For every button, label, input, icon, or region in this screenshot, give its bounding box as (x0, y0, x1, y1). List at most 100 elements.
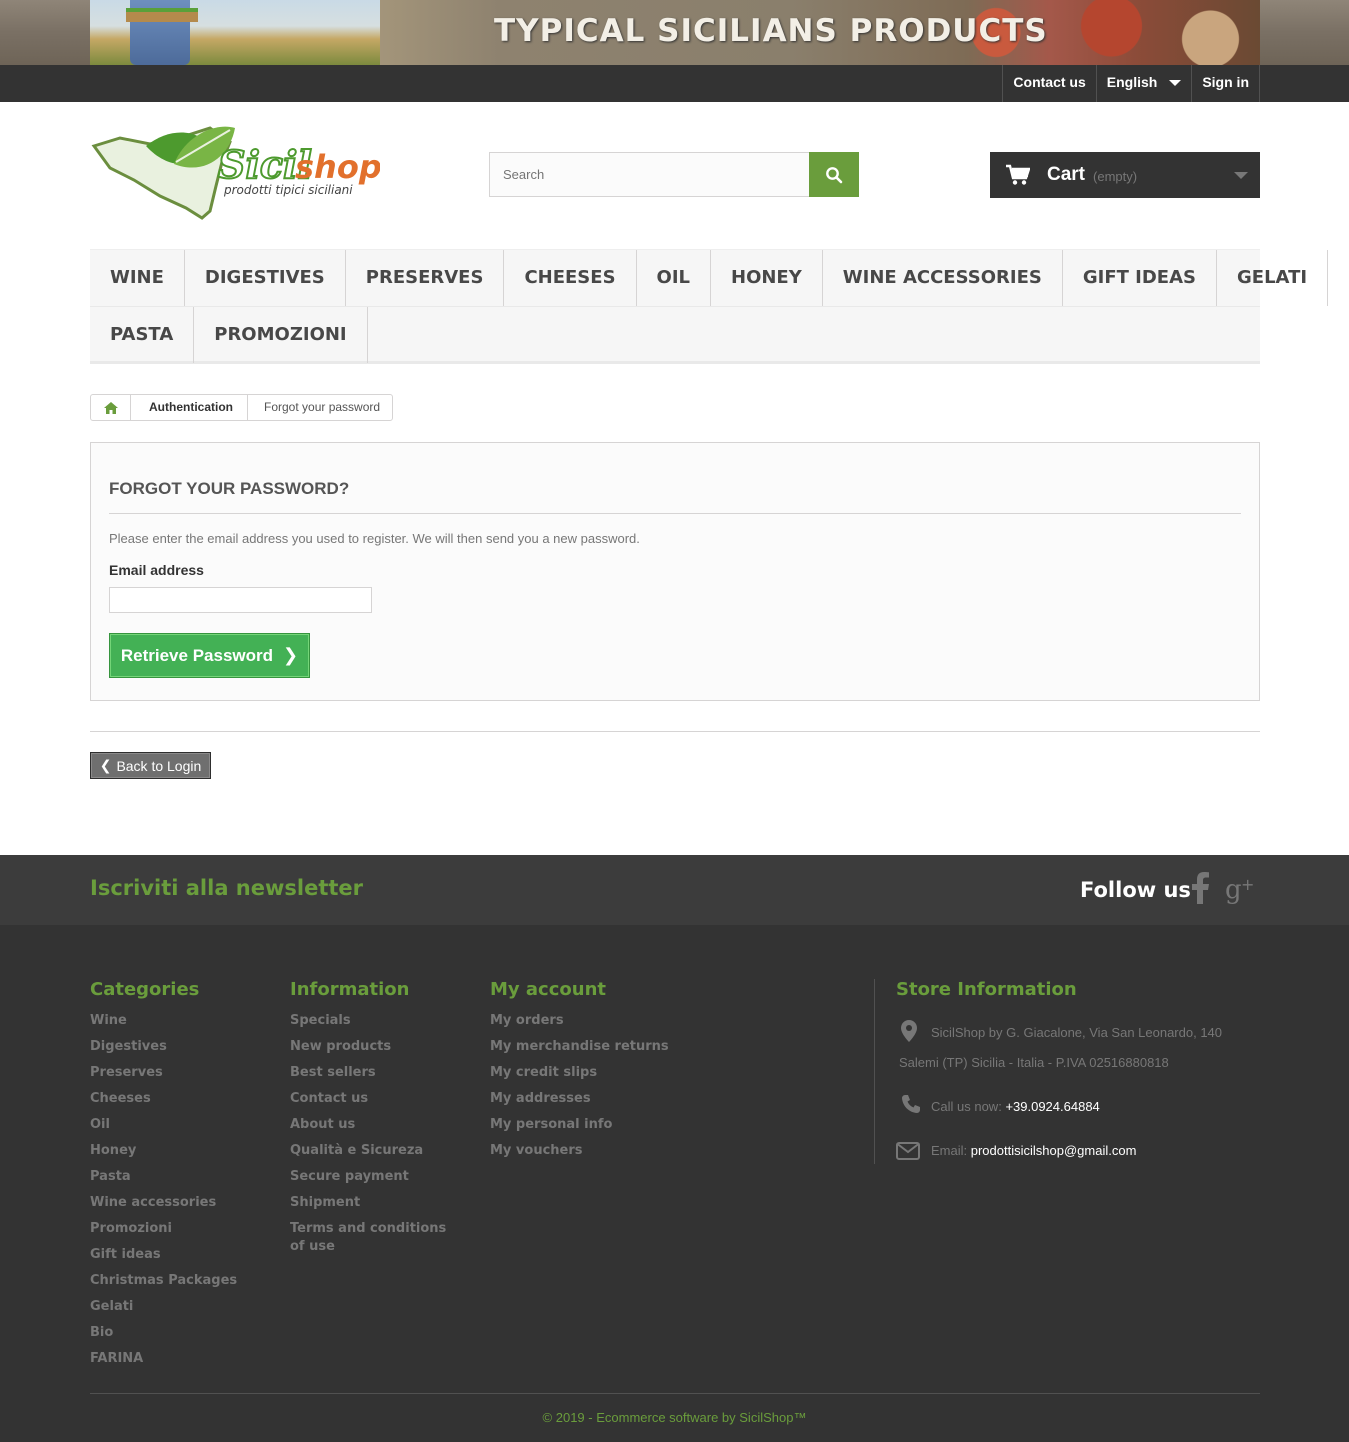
footer-link[interactable]: Qualità e Sicureza (290, 1142, 450, 1160)
footer-link[interactable]: Bio (90, 1324, 237, 1342)
email-label: Email: (931, 1143, 968, 1158)
phone-number[interactable]: +39.0924.64884 (1005, 1099, 1099, 1114)
store-address-line2: Salemi (TP) Sicilia - Italia - P.IVA 025… (899, 1055, 1169, 1070)
footer-link[interactable]: Cheeses (90, 1090, 237, 1108)
language-label: English (1106, 74, 1158, 90)
copyright-text[interactable]: © 2019 - Ecommerce software by SicilShop… (0, 1410, 1349, 1425)
footer-categories-title[interactable]: Categories (90, 979, 237, 1000)
footer-link[interactable]: Preserves (90, 1064, 237, 1082)
divider (90, 731, 1260, 732)
footer-link[interactable]: Honey (90, 1142, 237, 1160)
main-menu: WINE DIGESTIVES PRESERVES CHEESES OIL HO… (90, 249, 1349, 364)
footer-account-title[interactable]: My account (490, 979, 669, 1000)
footer-information: Information Specials New products Best s… (290, 979, 450, 1264)
cart-button[interactable]: Cart (empty) (990, 152, 1260, 198)
language-selector[interactable]: English (1095, 65, 1192, 102)
store-info-title: Store Information (896, 979, 1077, 1000)
envelope-icon (896, 1142, 920, 1160)
footer-link[interactable]: Wine (90, 1012, 237, 1030)
breadcrumb-authentication[interactable]: Authentication (131, 395, 248, 420)
footer: Categories Wine Digestives Preserves Che… (0, 925, 1349, 1442)
search-icon (826, 166, 843, 183)
divider (90, 1393, 1260, 1394)
footer-link[interactable]: Oil (90, 1116, 237, 1134)
back-to-login-button[interactable]: ❮ Back to Login (90, 752, 211, 779)
footer-link[interactable]: My merchandise returns (490, 1038, 669, 1056)
menu-item-oil[interactable]: OIL (637, 250, 711, 306)
email-field[interactable] (109, 587, 372, 613)
menu-item-wine-accessories[interactable]: WINE ACCESSORIES (823, 250, 1063, 306)
footer-link[interactable]: Terms and conditions of use (290, 1220, 450, 1256)
menu-item-gift-ideas[interactable]: GIFT IDEAS (1063, 250, 1217, 306)
page-title: FORGOT YOUR PASSWORD? (109, 479, 350, 498)
newsletter-title[interactable]: Iscriviti alla newsletter (90, 876, 363, 900)
footer-link[interactable]: Christmas Packages (90, 1272, 237, 1290)
sign-in-link[interactable]: Sign in (1191, 65, 1260, 102)
cart-icon (1006, 164, 1030, 185)
footer-link[interactable]: My personal info (490, 1116, 669, 1134)
footer-link[interactable]: About us (290, 1116, 450, 1134)
top-banner: TYPICAL SICILIANS PRODUCTS (0, 0, 1349, 65)
menu-item-bio[interactable]: BIO (1328, 250, 1349, 306)
footer-link[interactable]: Gelati (90, 1298, 237, 1316)
footer-link[interactable]: Secure payment (290, 1168, 450, 1186)
follow-us-title: Follow us (1080, 878, 1191, 902)
footer-link[interactable]: Specials (290, 1012, 450, 1030)
menu-item-preserves[interactable]: PRESERVES (346, 250, 505, 306)
footer-link[interactable]: My addresses (490, 1090, 669, 1108)
search-input[interactable] (489, 152, 809, 197)
menu-item-promozioni[interactable]: PROMOZIONI (194, 307, 368, 363)
footer-link[interactable]: Promozioni (90, 1220, 237, 1238)
footer-link[interactable]: Wine accessories (90, 1194, 237, 1212)
footer-link[interactable]: Contact us (290, 1090, 450, 1108)
caret-down-icon (1169, 80, 1182, 87)
breadcrumb: Authentication Forgot your password (90, 394, 394, 421)
email-link[interactable]: prodottisicilshop@gmail.com (971, 1143, 1137, 1158)
produce-crate (126, 8, 198, 22)
footer-link[interactable]: FARINA (90, 1350, 237, 1368)
footer-link[interactable]: Shipment (290, 1194, 450, 1212)
search-bar (489, 152, 859, 197)
menu-item-digestives[interactable]: DIGESTIVES (185, 250, 346, 306)
footer-information-title: Information (290, 979, 410, 1000)
banner-image: TYPICAL SICILIANS PRODUCTS (90, 0, 1260, 65)
phone-label: Call us now: (931, 1099, 1002, 1114)
facebook-icon[interactable] (1190, 872, 1210, 904)
footer-categories: Categories Wine Digestives Preserves Che… (90, 979, 237, 1376)
back-to-login-label: Back to Login (116, 757, 202, 774)
menu-item-wine[interactable]: WINE (90, 250, 185, 306)
menu-item-honey[interactable]: HONEY (711, 250, 823, 306)
logo-graphic: Sicil shop prodotti tipici siciliani (91, 126, 382, 220)
sicilshop-logo[interactable]: Sicil shop prodotti tipici siciliani (90, 116, 382, 222)
store-address-line1: SicilShop by G. Giacalone, Via San Leona… (931, 1025, 1223, 1040)
footer-link[interactable]: Gift ideas (90, 1246, 237, 1264)
footer-link[interactable]: My vouchers (490, 1142, 669, 1160)
home-icon (103, 401, 118, 414)
footer-link[interactable]: New products (290, 1038, 450, 1056)
footer-link[interactable]: Best sellers (290, 1064, 450, 1082)
logo-brand-b: shop (295, 148, 380, 186)
footer-link[interactable]: My credit slips (490, 1064, 669, 1082)
footer-link[interactable]: My orders (490, 1012, 669, 1030)
retrieve-password-label: Retrieve Password (120, 645, 274, 665)
form-description: Please enter the email address you used … (109, 531, 640, 546)
search-button[interactable] (809, 152, 859, 197)
menu-item-pasta[interactable]: PASTA (90, 307, 195, 363)
chevron-left-icon: ❮ (99, 757, 112, 773)
map-marker-icon (901, 1020, 917, 1042)
google-plus-icon[interactable]: g + (1225, 874, 1255, 904)
retrieve-password-button[interactable]: Retrieve Password ❯ (109, 633, 310, 678)
footer-store-information: Store Information SicilShop by G. Giacal… (874, 979, 1260, 1164)
cart-status: (empty) (1093, 169, 1138, 184)
chevron-right-icon: ❯ (283, 645, 299, 665)
contact-us-link[interactable]: Contact us (1002, 65, 1095, 102)
breadcrumb-current: Forgot your password (264, 400, 381, 414)
email-label: Email address (109, 562, 204, 578)
breadcrumb-home[interactable] (91, 395, 131, 420)
footer-link[interactable]: Digestives (90, 1038, 237, 1056)
store-address: SicilShop by G. Giacalone, Via San Leona… (896, 1018, 1260, 1078)
footer-link[interactable]: Pasta (90, 1168, 237, 1186)
cart-label: Cart (1047, 164, 1086, 185)
menu-item-cheeses[interactable]: CHEESES (504, 250, 637, 306)
menu-item-gelati[interactable]: GELATI (1217, 250, 1329, 306)
